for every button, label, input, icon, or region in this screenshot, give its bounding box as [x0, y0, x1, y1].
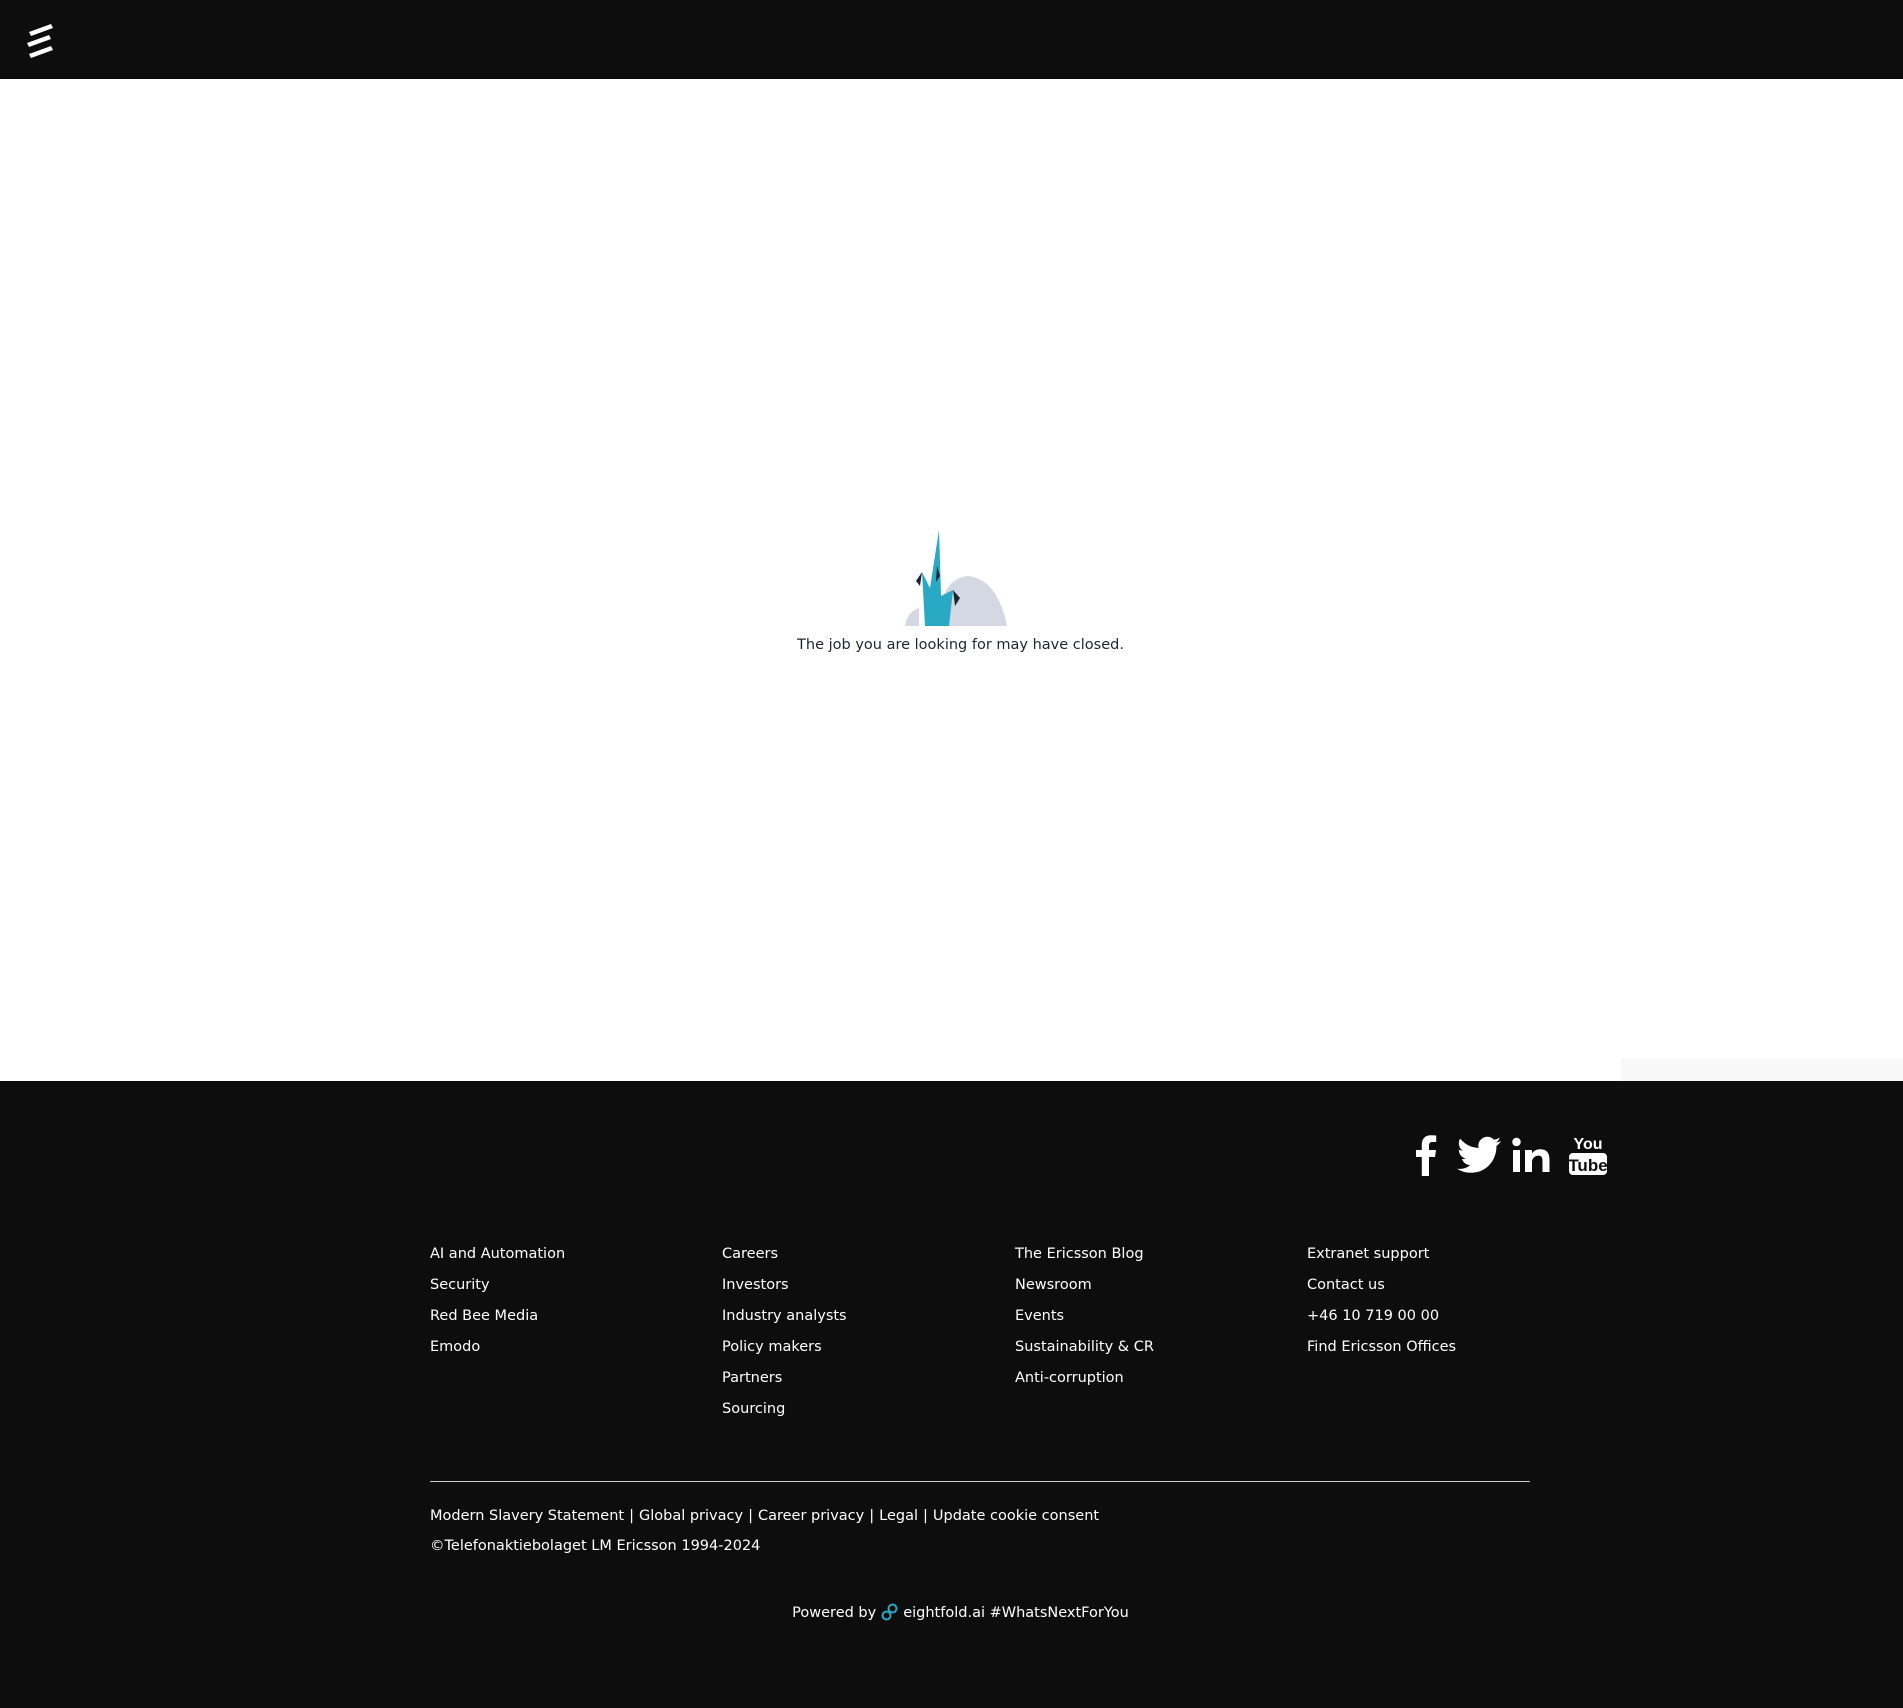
- twitter-icon: [1457, 1136, 1501, 1173]
- footer-link-newsroom[interactable]: Newsroom: [1015, 1270, 1295, 1301]
- footer-column-3: The Ericsson Blog Newsroom Events Sustai…: [1015, 1239, 1295, 1394]
- legal-link-modern-slavery[interactable]: Modern Slavery Statement: [430, 1508, 624, 1524]
- legal-link-legal[interactable]: Legal: [879, 1508, 918, 1524]
- footer-link-extranet-support[interactable]: Extranet support: [1307, 1239, 1587, 1270]
- facebook-icon: [1416, 1135, 1437, 1176]
- top-navigation-bar: [0, 0, 1903, 79]
- footer-link-events[interactable]: Events: [1015, 1301, 1295, 1332]
- footer-link-industry-analysts[interactable]: Industry analysts: [722, 1301, 1002, 1332]
- twitter-link[interactable]: [1454, 1131, 1504, 1179]
- youtube-icon: You Tube: [1568, 1136, 1608, 1175]
- eightfold-icon: [881, 1603, 898, 1621]
- footer-column-2: Careers Investors Industry analysts Poli…: [722, 1239, 1002, 1425]
- powered-by-prefix: Powered by: [792, 1605, 877, 1621]
- legal-link-career-privacy[interactable]: Career privacy: [758, 1508, 864, 1524]
- eightfold-link[interactable]: eightfold.ai: [903, 1605, 985, 1621]
- legal-separator: |: [869, 1508, 875, 1524]
- footer-link-investors[interactable]: Investors: [722, 1270, 1002, 1301]
- youtube-you-text: You: [1573, 1136, 1602, 1153]
- footer-link-security[interactable]: Security: [430, 1270, 710, 1301]
- legal-separator: |: [629, 1508, 634, 1524]
- legal-separator: |: [748, 1508, 753, 1524]
- footer-link-policy-makers[interactable]: Policy makers: [722, 1332, 1002, 1363]
- footer-link-red-bee-media[interactable]: Red Bee Media: [430, 1301, 710, 1332]
- footer-link-partners[interactable]: Partners: [722, 1363, 1002, 1394]
- youtube-link[interactable]: You Tube: [1565, 1131, 1611, 1179]
- powered-by: Powered by eightfold.ai #WhatsNextForYou: [0, 1603, 1903, 1621]
- legal-separator: |: [923, 1508, 928, 1524]
- footer-link-sustainability[interactable]: Sustainability & CR: [1015, 1332, 1295, 1363]
- facebook-link[interactable]: [1406, 1131, 1446, 1179]
- ericsson-logo-icon: [27, 24, 53, 58]
- footer-link-ericsson-blog[interactable]: The Ericsson Blog: [1015, 1239, 1295, 1270]
- footer-link-emodo[interactable]: Emodo: [430, 1332, 710, 1363]
- copyright-text: ©Telefonaktiebolaget LM Ericsson 1994-20…: [430, 1538, 761, 1554]
- empty-state-message: The job you are looking for may have clo…: [797, 637, 1124, 653]
- footer-divider: [430, 1481, 1530, 1482]
- legal-link-cookie-consent[interactable]: Update cookie consent: [933, 1508, 1099, 1524]
- footer-link-sourcing[interactable]: Sourcing: [722, 1394, 1002, 1425]
- linkedin-link[interactable]: [1509, 1131, 1555, 1179]
- footer-link-find-offices[interactable]: Find Ericsson Offices: [1307, 1332, 1587, 1363]
- footer-link-contact-us[interactable]: Contact us: [1307, 1270, 1587, 1301]
- footer-link-ai-automation[interactable]: AI and Automation: [430, 1239, 710, 1270]
- footer-legal-links: Modern Slavery Statement | Global privac…: [430, 1505, 1099, 1527]
- footer-column-4: Extranet support Contact us +46 10 719 0…: [1307, 1239, 1587, 1363]
- footer-link-careers[interactable]: Careers: [722, 1239, 1002, 1270]
- powered-by-hashtag: #WhatsNextForYou: [989, 1605, 1129, 1621]
- legal-link-global-privacy[interactable]: Global privacy: [639, 1508, 743, 1524]
- closed-job-illustration: [905, 530, 1007, 626]
- linkedin-icon: [1512, 1137, 1550, 1172]
- main-content: The job you are looking for may have clo…: [0, 79, 1903, 1160]
- footer-link-phone-number[interactable]: +46 10 719 00 00: [1307, 1301, 1587, 1332]
- footer-column-1: AI and Automation Security Red Bee Media…: [430, 1239, 710, 1363]
- youtube-tube-text: Tube: [1568, 1156, 1607, 1175]
- site-footer: You Tube AI and Automation Security Red …: [0, 1081, 1903, 1708]
- footer-link-anti-corruption[interactable]: Anti-corruption: [1015, 1363, 1295, 1394]
